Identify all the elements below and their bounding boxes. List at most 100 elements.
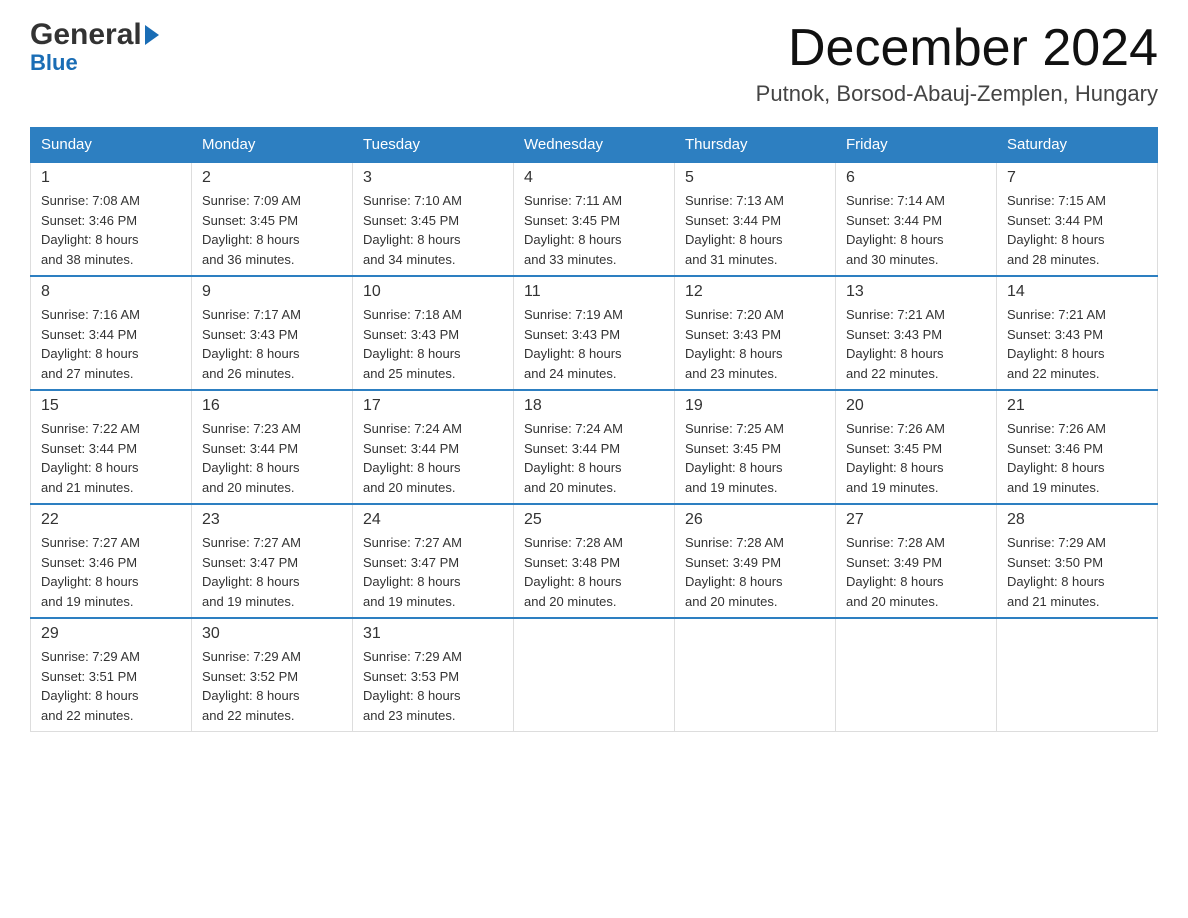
day-number: 16	[202, 397, 342, 415]
day-info: Sunrise: 7:22 AM Sunset: 3:44 PM Dayligh…	[41, 419, 181, 497]
day-number: 24	[363, 511, 503, 529]
logo: General Blue	[30, 20, 159, 76]
day-number: 14	[1007, 283, 1147, 301]
calendar-cell: 13 Sunrise: 7:21 AM Sunset: 3:43 PM Dayl…	[836, 276, 997, 390]
calendar-cell: 11 Sunrise: 7:19 AM Sunset: 3:43 PM Dayl…	[514, 276, 675, 390]
day-info: Sunrise: 7:21 AM Sunset: 3:43 PM Dayligh…	[846, 305, 986, 383]
day-number: 7	[1007, 169, 1147, 187]
calendar-week-5: 29 Sunrise: 7:29 AM Sunset: 3:51 PM Dayl…	[31, 618, 1158, 732]
day-info: Sunrise: 7:28 AM Sunset: 3:49 PM Dayligh…	[846, 533, 986, 611]
calendar-cell: 18 Sunrise: 7:24 AM Sunset: 3:44 PM Dayl…	[514, 390, 675, 504]
weekday-header-tuesday: Tuesday	[353, 128, 514, 163]
calendar-cell: 21 Sunrise: 7:26 AM Sunset: 3:46 PM Dayl…	[997, 390, 1158, 504]
day-info: Sunrise: 7:16 AM Sunset: 3:44 PM Dayligh…	[41, 305, 181, 383]
calendar-cell: 12 Sunrise: 7:20 AM Sunset: 3:43 PM Dayl…	[675, 276, 836, 390]
day-info: Sunrise: 7:18 AM Sunset: 3:43 PM Dayligh…	[363, 305, 503, 383]
calendar-header: SundayMondayTuesdayWednesdayThursdayFrid…	[31, 128, 1158, 163]
calendar-cell: 6 Sunrise: 7:14 AM Sunset: 3:44 PM Dayli…	[836, 162, 997, 276]
day-info: Sunrise: 7:29 AM Sunset: 3:51 PM Dayligh…	[41, 647, 181, 725]
day-info: Sunrise: 7:27 AM Sunset: 3:46 PM Dayligh…	[41, 533, 181, 611]
weekday-header-saturday: Saturday	[997, 128, 1158, 163]
day-info: Sunrise: 7:24 AM Sunset: 3:44 PM Dayligh…	[524, 419, 664, 497]
day-number: 22	[41, 511, 181, 529]
weekday-header-thursday: Thursday	[675, 128, 836, 163]
day-number: 12	[685, 283, 825, 301]
day-number: 3	[363, 169, 503, 187]
day-number: 10	[363, 283, 503, 301]
day-number: 29	[41, 625, 181, 643]
logo-blue: Blue	[30, 50, 159, 76]
day-info: Sunrise: 7:26 AM Sunset: 3:46 PM Dayligh…	[1007, 419, 1147, 497]
day-info: Sunrise: 7:20 AM Sunset: 3:43 PM Dayligh…	[685, 305, 825, 383]
day-info: Sunrise: 7:24 AM Sunset: 3:44 PM Dayligh…	[363, 419, 503, 497]
calendar-week-3: 15 Sunrise: 7:22 AM Sunset: 3:44 PM Dayl…	[31, 390, 1158, 504]
day-number: 26	[685, 511, 825, 529]
day-number: 31	[363, 625, 503, 643]
calendar-cell: 23 Sunrise: 7:27 AM Sunset: 3:47 PM Dayl…	[192, 504, 353, 618]
day-number: 28	[1007, 511, 1147, 529]
calendar-cell: 4 Sunrise: 7:11 AM Sunset: 3:45 PM Dayli…	[514, 162, 675, 276]
calendar-cell: 25 Sunrise: 7:28 AM Sunset: 3:48 PM Dayl…	[514, 504, 675, 618]
logo-general: General	[30, 20, 142, 50]
day-info: Sunrise: 7:26 AM Sunset: 3:45 PM Dayligh…	[846, 419, 986, 497]
day-number: 21	[1007, 397, 1147, 415]
calendar-cell: 20 Sunrise: 7:26 AM Sunset: 3:45 PM Dayl…	[836, 390, 997, 504]
day-number: 6	[846, 169, 986, 187]
calendar-week-1: 1 Sunrise: 7:08 AM Sunset: 3:46 PM Dayli…	[31, 162, 1158, 276]
day-info: Sunrise: 7:27 AM Sunset: 3:47 PM Dayligh…	[202, 533, 342, 611]
day-number: 23	[202, 511, 342, 529]
day-number: 25	[524, 511, 664, 529]
calendar-cell: 17 Sunrise: 7:24 AM Sunset: 3:44 PM Dayl…	[353, 390, 514, 504]
day-number: 5	[685, 169, 825, 187]
calendar-cell: 19 Sunrise: 7:25 AM Sunset: 3:45 PM Dayl…	[675, 390, 836, 504]
calendar-cell	[514, 618, 675, 732]
day-number: 11	[524, 283, 664, 301]
calendar-week-2: 8 Sunrise: 7:16 AM Sunset: 3:44 PM Dayli…	[31, 276, 1158, 390]
day-info: Sunrise: 7:29 AM Sunset: 3:53 PM Dayligh…	[363, 647, 503, 725]
header-area: General Blue December 2024 Putnok, Borso…	[30, 20, 1158, 107]
calendar-cell: 1 Sunrise: 7:08 AM Sunset: 3:46 PM Dayli…	[31, 162, 192, 276]
day-info: Sunrise: 7:25 AM Sunset: 3:45 PM Dayligh…	[685, 419, 825, 497]
calendar-cell: 22 Sunrise: 7:27 AM Sunset: 3:46 PM Dayl…	[31, 504, 192, 618]
day-info: Sunrise: 7:28 AM Sunset: 3:48 PM Dayligh…	[524, 533, 664, 611]
calendar-cell: 3 Sunrise: 7:10 AM Sunset: 3:45 PM Dayli…	[353, 162, 514, 276]
weekday-header-friday: Friday	[836, 128, 997, 163]
calendar-cell: 5 Sunrise: 7:13 AM Sunset: 3:44 PM Dayli…	[675, 162, 836, 276]
location-title: Putnok, Borsod-Abauj-Zemplen, Hungary	[756, 81, 1158, 107]
calendar-cell	[675, 618, 836, 732]
calendar-cell: 14 Sunrise: 7:21 AM Sunset: 3:43 PM Dayl…	[997, 276, 1158, 390]
day-number: 30	[202, 625, 342, 643]
calendar-cell: 28 Sunrise: 7:29 AM Sunset: 3:50 PM Dayl…	[997, 504, 1158, 618]
calendar-cell: 7 Sunrise: 7:15 AM Sunset: 3:44 PM Dayli…	[997, 162, 1158, 276]
calendar-cell: 29 Sunrise: 7:29 AM Sunset: 3:51 PM Dayl…	[31, 618, 192, 732]
day-info: Sunrise: 7:23 AM Sunset: 3:44 PM Dayligh…	[202, 419, 342, 497]
day-info: Sunrise: 7:15 AM Sunset: 3:44 PM Dayligh…	[1007, 191, 1147, 269]
month-title: December 2024	[756, 20, 1158, 77]
day-number: 13	[846, 283, 986, 301]
day-info: Sunrise: 7:29 AM Sunset: 3:52 PM Dayligh…	[202, 647, 342, 725]
day-info: Sunrise: 7:11 AM Sunset: 3:45 PM Dayligh…	[524, 191, 664, 269]
calendar-cell	[997, 618, 1158, 732]
calendar-cell: 27 Sunrise: 7:28 AM Sunset: 3:49 PM Dayl…	[836, 504, 997, 618]
day-info: Sunrise: 7:28 AM Sunset: 3:49 PM Dayligh…	[685, 533, 825, 611]
title-area: December 2024 Putnok, Borsod-Abauj-Zempl…	[756, 20, 1158, 107]
day-info: Sunrise: 7:17 AM Sunset: 3:43 PM Dayligh…	[202, 305, 342, 383]
calendar-cell: 15 Sunrise: 7:22 AM Sunset: 3:44 PM Dayl…	[31, 390, 192, 504]
weekday-header-monday: Monday	[192, 128, 353, 163]
day-info: Sunrise: 7:09 AM Sunset: 3:45 PM Dayligh…	[202, 191, 342, 269]
calendar-cell: 30 Sunrise: 7:29 AM Sunset: 3:52 PM Dayl…	[192, 618, 353, 732]
calendar-cell: 16 Sunrise: 7:23 AM Sunset: 3:44 PM Dayl…	[192, 390, 353, 504]
weekday-header-wednesday: Wednesday	[514, 128, 675, 163]
calendar-table: SundayMondayTuesdayWednesdayThursdayFrid…	[30, 127, 1158, 732]
calendar-cell: 9 Sunrise: 7:17 AM Sunset: 3:43 PM Dayli…	[192, 276, 353, 390]
day-info: Sunrise: 7:21 AM Sunset: 3:43 PM Dayligh…	[1007, 305, 1147, 383]
day-number: 8	[41, 283, 181, 301]
day-number: 1	[41, 169, 181, 187]
day-number: 19	[685, 397, 825, 415]
day-number: 2	[202, 169, 342, 187]
calendar-cell: 26 Sunrise: 7:28 AM Sunset: 3:49 PM Dayl…	[675, 504, 836, 618]
day-info: Sunrise: 7:19 AM Sunset: 3:43 PM Dayligh…	[524, 305, 664, 383]
day-info: Sunrise: 7:27 AM Sunset: 3:47 PM Dayligh…	[363, 533, 503, 611]
day-info: Sunrise: 7:14 AM Sunset: 3:44 PM Dayligh…	[846, 191, 986, 269]
calendar-cell: 8 Sunrise: 7:16 AM Sunset: 3:44 PM Dayli…	[31, 276, 192, 390]
